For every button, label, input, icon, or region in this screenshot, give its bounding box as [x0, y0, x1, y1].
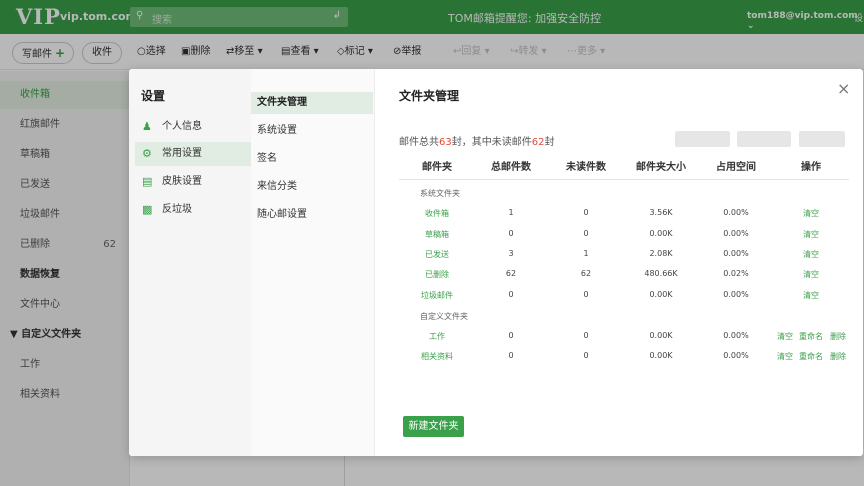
trash-icon: ▩	[142, 203, 153, 216]
folder-name[interactable]: 已发送	[397, 249, 477, 260]
total-cell: 0	[508, 229, 514, 238]
delete-link[interactable]: 删除	[830, 331, 846, 342]
space-cell: 0.00%	[723, 249, 749, 258]
subnav-suixinyou[interactable]: 随心邮设置	[251, 204, 373, 226]
rename-link[interactable]: 重命名	[799, 331, 823, 342]
blurred-info	[675, 131, 730, 147]
blurred-info	[799, 131, 845, 147]
subnav-mail-classification[interactable]: 来信分类	[251, 176, 373, 198]
size-cell: 480.66K	[644, 269, 678, 278]
space-cell: 0.00%	[723, 208, 749, 217]
col-size: 邮件夹大小	[636, 162, 686, 173]
total-count: 63	[439, 137, 452, 148]
group-system: 系统文件夹	[420, 189, 460, 198]
empty-link[interactable]: 清空	[777, 331, 793, 342]
settings-nav-general[interactable]: ⚙ 常用设置	[135, 142, 251, 166]
col-space: 占用空间	[716, 162, 756, 173]
settings-modal: 设置 ♟ 个人信息 ⚙ 常用设置 ▤ 皮肤设置 ▩ 反垃圾 文件夹管理 系统设置 签名 …	[129, 69, 863, 456]
panel-title: 文件夹管理	[399, 89, 460, 103]
new-folder-button[interactable]: 新建文件夹	[403, 416, 464, 437]
space-cell: 0.00%	[723, 229, 749, 238]
blurred-info	[737, 131, 791, 147]
unread-cell: 0	[583, 351, 589, 360]
col-actions: 操作	[801, 162, 821, 173]
subnav-folder-management[interactable]: 文件夹管理	[251, 92, 373, 114]
unread-count: 62	[531, 137, 545, 148]
user-icon: ♟	[142, 120, 152, 133]
subnav-system-settings[interactable]: 系统设置	[251, 120, 373, 142]
folder-name[interactable]: 相关资料	[397, 351, 477, 362]
unread-cell: 0	[583, 290, 589, 299]
total-cell: 0	[508, 290, 514, 299]
total-cell: 3	[508, 249, 514, 258]
rename-link[interactable]: 重命名	[799, 351, 823, 362]
group-custom: 自定义文件夹	[420, 312, 468, 321]
folder-management-panel: 文件夹管理 × 邮件总共63封，其中未读邮件62封 邮件夹 总邮件数 未读件数 …	[375, 69, 863, 456]
size-cell: 3.56K	[649, 208, 673, 217]
folder-name[interactable]: 工作	[397, 331, 477, 342]
empty-link[interactable]: 清空	[771, 208, 851, 219]
unread-cell: 62	[580, 269, 592, 278]
size-cell: 2.08K	[649, 249, 673, 258]
folder-name[interactable]: 垃圾邮件	[397, 290, 477, 301]
total-cell: 0	[508, 331, 514, 340]
unread-cell: 0	[583, 229, 589, 238]
shirt-icon: ▤	[142, 175, 153, 188]
space-cell: 0.00%	[723, 290, 749, 299]
close-icon[interactable]: ×	[837, 79, 850, 98]
unread-cell: 0	[583, 331, 589, 340]
space-cell: 0.02%	[723, 269, 749, 278]
col-unread: 未读件数	[566, 162, 606, 173]
total-cell: 1	[508, 208, 514, 217]
folder-name[interactable]: 已删除	[397, 269, 477, 280]
settings-nav-profile[interactable]: ♟ 个人信息	[135, 115, 251, 139]
size-cell: 0.00K	[649, 331, 673, 340]
settings-nav: 设置 ♟ 个人信息 ⚙ 常用设置 ▤ 皮肤设置 ▩ 反垃圾	[129, 69, 251, 456]
subnav-signature[interactable]: 签名	[251, 148, 373, 170]
total-cell: 0	[508, 351, 514, 360]
unread-cell: 0	[583, 208, 589, 217]
mail-summary: 邮件总共63封，其中未读邮件62封	[399, 137, 555, 148]
empty-link[interactable]: 清空	[771, 290, 851, 301]
size-cell: 0.00K	[649, 351, 673, 360]
unread-cell: 1	[583, 249, 589, 258]
empty-link[interactable]: 清空	[777, 351, 793, 362]
settings-nav-skin[interactable]: ▤ 皮肤设置	[135, 170, 251, 194]
size-cell: 0.00K	[649, 290, 673, 299]
settings-nav-antispam[interactable]: ▩ 反垃圾	[135, 198, 251, 222]
empty-link[interactable]: 清空	[771, 269, 851, 280]
empty-link[interactable]: 清空	[771, 249, 851, 260]
table-divider	[399, 179, 849, 180]
empty-link[interactable]: 清空	[771, 229, 851, 240]
gear-icon: ⚙	[142, 147, 152, 160]
col-total: 总邮件数	[491, 162, 531, 173]
settings-subnav: 文件夹管理 系统设置 签名 来信分类 随心邮设置	[251, 69, 375, 456]
settings-title: 设置	[141, 89, 166, 103]
folder-name[interactable]: 草稿箱	[397, 229, 477, 240]
size-cell: 0.00K	[649, 229, 673, 238]
delete-link[interactable]: 删除	[830, 351, 846, 362]
space-cell: 0.00%	[723, 331, 749, 340]
col-folder: 邮件夹	[422, 162, 452, 173]
total-cell: 62	[505, 269, 517, 278]
space-cell: 0.00%	[723, 351, 749, 360]
folder-name[interactable]: 收件箱	[397, 208, 477, 219]
